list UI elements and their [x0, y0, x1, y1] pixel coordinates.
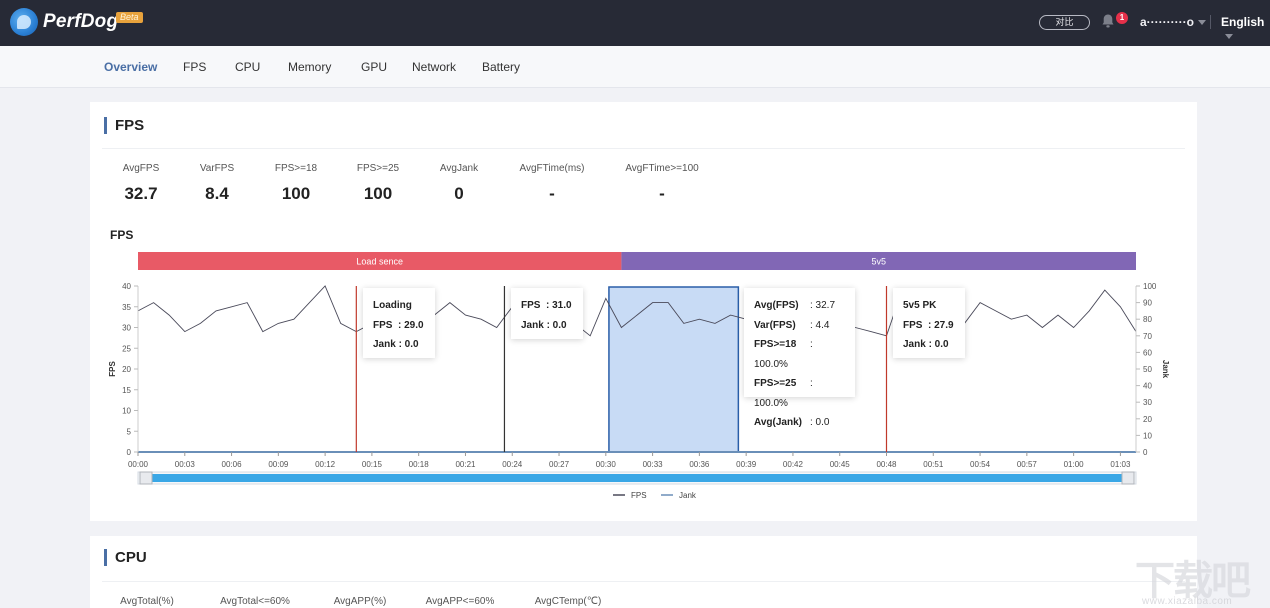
watermark-url: www.xiazaiba.com: [1142, 596, 1233, 607]
stat-avgtotal-le-60: AvgTotal<=60%: [212, 596, 298, 607]
notification-badge: 1: [1116, 12, 1128, 24]
stat-avgjank: AvgJank 0: [428, 163, 490, 204]
bell-icon[interactable]: [1102, 14, 1114, 28]
tooltip-fps: FPS : 27.9: [903, 316, 955, 336]
logo[interactable]: PerfDog: [10, 8, 118, 36]
tab-battery[interactable]: Battery: [482, 60, 520, 74]
tooltip-5v5-pk: 5v5 PK FPS : 27.9 Jank : 0.0: [893, 288, 965, 358]
tooltip-label: FPS>=18: [754, 339, 797, 350]
section-divider: [102, 581, 1185, 582]
section-title-cpu: CPU: [104, 549, 147, 566]
stat-fps-ge-25: FPS>=25 100: [344, 163, 412, 204]
tooltip-label: Jank: [903, 339, 926, 350]
language-selector[interactable]: English: [1221, 15, 1270, 43]
tooltip-value: : 32.7: [810, 300, 836, 311]
tooltip-value: : 4.4: [810, 319, 830, 331]
header-divider: [1210, 15, 1211, 29]
beta-badge: Beta: [116, 12, 143, 23]
tab-gpu[interactable]: GPU: [361, 60, 387, 74]
tooltip-hover: FPS : 31.0 Jank : 0.0: [511, 288, 583, 339]
tooltip-row: Avg(FPS) : 32.7: [754, 296, 845, 316]
stat-value: -: [549, 184, 555, 203]
tooltip-row: FPS>=25: 100.0%: [754, 374, 845, 413]
stat-value: 100: [281, 184, 311, 203]
stat-label: FPS>=25: [356, 163, 400, 174]
tooltip-label: FPS>=25: [754, 378, 797, 389]
tooltip-value: : 31.0: [546, 300, 572, 311]
tooltip-jank: Jank : 0.0: [903, 335, 955, 355]
stat-value: 100: [363, 184, 393, 203]
tab-bar: Overview FPS CPU Memory GPU Network Batt…: [0, 46, 1270, 88]
tooltip-selection: Avg(FPS) : 32.7 Var(FPS) : 4.4 FPS>=18: 10…: [744, 288, 855, 428]
tooltip-value: : 0.0: [928, 339, 949, 350]
stat-label: VarFPS: [199, 163, 235, 174]
stat-label: AvgTotal(%): [120, 596, 174, 607]
stat-label: AvgAPP<=60%: [425, 596, 495, 607]
fps-card: FPS AvgFPS 32.7 VarFPS 8.4 FPS>=18 100 F…: [90, 102, 1197, 521]
tooltip-row: Var(FPS) : 4.4: [754, 316, 845, 336]
section-title-fps: FPS: [104, 117, 144, 134]
tooltip-label: Jank: [521, 319, 544, 331]
tooltip-label: Jank: [373, 339, 396, 350]
chart-title: FPS: [110, 228, 134, 242]
stat-label: AvgAPP(%): [333, 596, 387, 607]
stat-label: AvgFPS: [122, 163, 160, 174]
chevron-down-icon: [1225, 34, 1233, 40]
compare-button[interactable]: 对比: [1039, 15, 1090, 30]
user-menu[interactable]: a··········o: [1140, 15, 1206, 29]
tooltip-row: Avg(Jank) : 0.0: [754, 413, 845, 433]
chevron-down-icon: [1197, 20, 1206, 26]
language-label: English: [1221, 15, 1265, 29]
tooltip-fps: FPS : 29.0: [373, 316, 425, 336]
stat-avgftime: AvgFTime(ms) -: [510, 163, 594, 204]
stat-fps-ge-18: FPS>=18 100: [262, 163, 330, 204]
tooltip-value: : 0.0: [398, 339, 419, 350]
stat-avgapp: AvgAPP(%): [326, 596, 394, 607]
stat-label: AvgJank: [439, 163, 479, 174]
stat-avgtotal: AvgTotal(%): [112, 596, 182, 607]
stat-value: -: [659, 184, 665, 203]
tab-cpu[interactable]: CPU: [235, 60, 260, 74]
tooltip-label: Var(FPS): [754, 319, 796, 331]
tooltip-loading: Loading FPS : 29.0 Jank : 0.0: [363, 288, 435, 358]
tooltip-value: : 0.0: [810, 417, 830, 428]
stat-label: AvgTotal<=60%: [220, 596, 290, 607]
tooltip-label: FPS: [903, 319, 923, 331]
tab-memory[interactable]: Memory: [288, 60, 331, 74]
stat-avgapp-le-60: AvgAPP<=60%: [420, 596, 500, 607]
tab-overview[interactable]: Overview: [104, 60, 157, 74]
section-divider: [102, 148, 1185, 149]
stat-label: AvgFTime(ms): [519, 163, 585, 174]
tooltip-value: : 29.0: [398, 319, 424, 331]
tab-network[interactable]: Network: [412, 60, 456, 74]
stat-avgftime-ge-100: AvgFTime>=100 -: [616, 163, 708, 204]
stat-value: 0: [454, 184, 464, 203]
tooltip-label: Avg(FPS): [754, 300, 799, 311]
tooltip-jank: Jank : 0.0: [521, 316, 573, 336]
tooltip-label: Avg(Jank): [754, 417, 802, 428]
stat-varfps: VarFPS 8.4: [186, 163, 248, 204]
tooltip-value: : 0.0: [546, 319, 567, 331]
stat-value: 32.7: [124, 184, 158, 203]
tooltip-jank: Jank : 0.0: [373, 335, 425, 355]
cpu-card: CPU AvgTotal(%) AvgTotal<=60% AvgAPP(%) …: [90, 536, 1197, 608]
tab-fps[interactable]: FPS: [183, 60, 206, 74]
stat-label: FPS>=18: [274, 163, 318, 174]
tooltip-title: Loading: [373, 300, 412, 311]
tooltip-value: : 27.9: [928, 319, 954, 331]
stat-label: AvgFTime>=100: [625, 163, 699, 174]
tooltip-label: FPS: [373, 319, 393, 331]
stat-avgctemp: AvgCTemp(℃): [530, 596, 606, 607]
stat-value: 8.4: [205, 184, 229, 203]
tooltip-fps: FPS : 31.0: [521, 296, 573, 316]
app-name: PerfDog: [43, 11, 119, 32]
tooltip-row: FPS>=18: 100.0%: [754, 335, 845, 374]
tooltip-label: FPS: [521, 300, 541, 311]
top-bar: PerfDog Beta 对比 1 a··········o English: [0, 0, 1270, 46]
username: a··········o: [1140, 15, 1194, 29]
perfdog-logo-icon: [10, 8, 38, 36]
stat-label: AvgCTemp(℃): [534, 596, 602, 607]
stat-avgfps: AvgFPS 32.7: [110, 163, 172, 204]
tooltip-title: 5v5 PK: [903, 300, 937, 311]
